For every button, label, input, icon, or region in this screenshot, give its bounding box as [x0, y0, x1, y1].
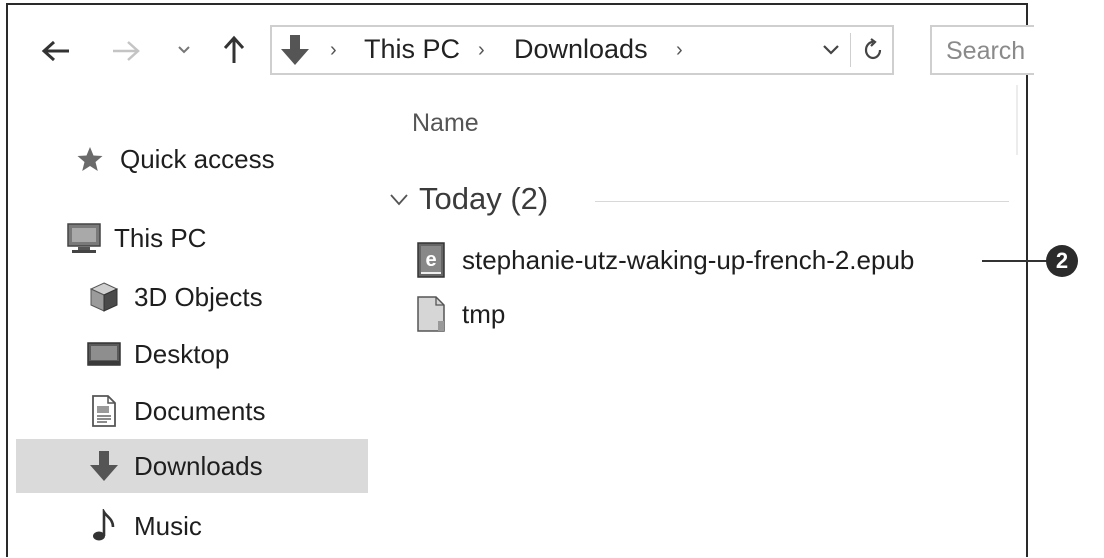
- up-button[interactable]: [214, 29, 254, 71]
- callout-line: [982, 260, 1048, 262]
- sidebar-item-music[interactable]: Music: [86, 499, 202, 553]
- sidebar-item-label: This PC: [114, 222, 207, 253]
- search-box[interactable]: [930, 25, 1034, 75]
- breadcrumb-separator: ›: [478, 39, 485, 61]
- up-arrow-icon: [223, 35, 245, 63]
- sidebar-item-quick-access[interactable]: Quick access: [72, 132, 275, 186]
- sidebar-item-label: Quick access: [120, 143, 275, 174]
- chevron-down-icon: [823, 45, 839, 55]
- refresh-icon: [864, 38, 882, 60]
- callout-number-badge: 2: [1046, 245, 1078, 277]
- epub-file-icon: e: [417, 242, 445, 278]
- sidebar-item-label: Music: [134, 510, 202, 541]
- file-row-epub[interactable]: e stephanie-utz-waking-up-french-2.epub: [416, 238, 914, 282]
- recent-locations-button[interactable]: [172, 35, 196, 65]
- forward-button[interactable]: [106, 31, 146, 71]
- column-divider: [1016, 85, 1018, 155]
- sidebar-item-label: Desktop: [134, 338, 230, 369]
- document-icon: [86, 393, 122, 429]
- sidebar-item-label: Downloads: [134, 450, 263, 481]
- file-explorer-window: › This PC › Downloads › Quick access: [6, 3, 1034, 557]
- svg-text:e: e: [425, 249, 436, 271]
- callout-label: 2: [1055, 248, 1069, 273]
- back-arrow-icon: [41, 40, 69, 62]
- column-header-name[interactable]: Name: [412, 109, 479, 138]
- computer-icon: [66, 220, 102, 256]
- group-label: Today (2): [419, 181, 549, 216]
- chevron-down-icon: [390, 194, 408, 206]
- downloads-icon: [281, 35, 309, 65]
- breadcrumb-this-pc[interactable]: This PC: [364, 34, 460, 65]
- sidebar-item-desktop[interactable]: Desktop: [86, 327, 229, 381]
- refresh-button[interactable]: [856, 33, 890, 67]
- back-button[interactable]: [36, 31, 76, 71]
- group-header-today[interactable]: Today (2): [383, 175, 1013, 225]
- star-icon: [72, 141, 108, 177]
- downloads-icon: [86, 448, 122, 484]
- file-row-tmp[interactable]: tmp: [416, 292, 505, 336]
- sidebar-item-documents[interactable]: Documents: [86, 384, 266, 438]
- breadcrumb-separator: ›: [330, 39, 337, 61]
- sidebar-item-label: 3D Objects: [134, 281, 263, 312]
- address-history-dropdown[interactable]: [816, 35, 846, 65]
- sidebar-item-this-pc[interactable]: This PC: [66, 211, 206, 265]
- address-divider: [850, 33, 851, 67]
- file-name: stephanie-utz-waking-up-french-2.epub: [462, 244, 915, 275]
- sidebar-item-label: Documents: [134, 395, 266, 426]
- cube-icon: [86, 279, 122, 315]
- music-note-icon: [86, 508, 122, 544]
- file-name: tmp: [462, 298, 506, 329]
- group-divider: [595, 201, 1009, 202]
- breadcrumb-downloads[interactable]: Downloads: [514, 34, 648, 65]
- recent-locations-chevron-icon: [178, 46, 190, 54]
- sidebar-item-3d-objects[interactable]: 3D Objects: [86, 270, 263, 324]
- desktop-icon: [86, 336, 122, 372]
- generic-file-icon: [417, 296, 445, 332]
- search-input[interactable]: [946, 35, 1034, 67]
- address-bar[interactable]: › This PC › Downloads ›: [270, 25, 894, 75]
- breadcrumb-separator: ›: [676, 39, 683, 61]
- sidebar-item-downloads[interactable]: Downloads: [16, 439, 368, 493]
- forward-arrow-icon: [113, 41, 140, 61]
